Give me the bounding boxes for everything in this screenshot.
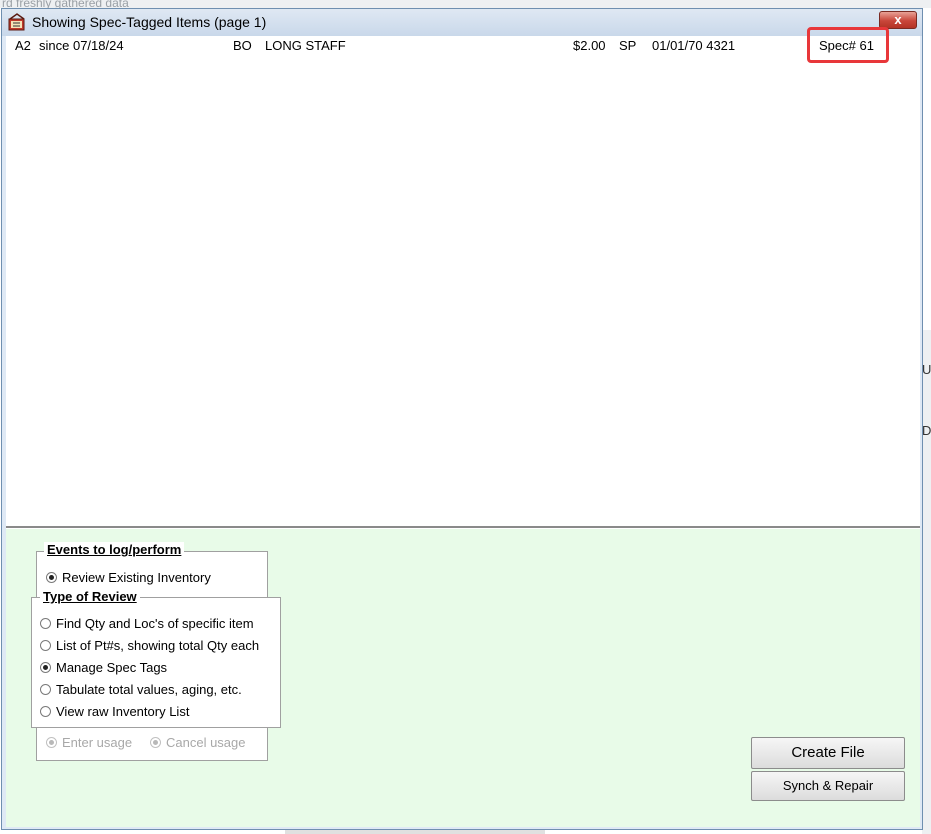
review-inventory-label: Review Existing Inventory: [62, 570, 211, 585]
radio-icon: [40, 640, 51, 651]
item-description: LONG STAFF: [265, 38, 346, 53]
create-file-button[interactable]: Create File: [751, 737, 905, 769]
controls-pane: Events to log/perform Review Existing In…: [6, 529, 920, 827]
review-option-label: Manage Spec Tags: [56, 660, 168, 675]
radio-selected-icon: [40, 662, 51, 673]
review-type-title: Type of Review: [40, 589, 140, 604]
background-char-1: U: [922, 362, 931, 377]
spec-highlight-box: [807, 27, 889, 63]
item-location: A2: [15, 38, 31, 53]
radio-icon: [40, 684, 51, 695]
enter-usage-label: Enter usage: [62, 735, 133, 750]
review-option-label: Tabulate total values, aging, etc.: [56, 682, 242, 697]
items-list[interactable]: A2 since 07/18/24 BO LONG STAFF $2.00 SP…: [6, 36, 920, 526]
item-code: BO: [233, 38, 252, 53]
review-option-label: View raw Inventory List: [56, 704, 190, 719]
review-option-manage-spec[interactable]: Manage Spec Tags: [40, 660, 167, 675]
radio-icon: [40, 618, 51, 629]
review-option-find-qty[interactable]: Find Qty and Loc's of specific item: [40, 616, 254, 631]
spec-tagged-items-window: Showing Spec-Tagged Items (page 1) x A2 …: [1, 8, 923, 830]
review-inventory-option[interactable]: Review Existing Inventory: [46, 570, 211, 585]
radio-disabled-icon: [150, 737, 161, 748]
close-icon: x: [894, 12, 902, 27]
window-title: Showing Spec-Tagged Items (page 1): [32, 14, 267, 30]
review-option-view-raw[interactable]: View raw Inventory List: [40, 704, 189, 719]
item-price: $2.00: [573, 38, 606, 53]
title-bar[interactable]: Showing Spec-Tagged Items (page 1) x: [2, 9, 922, 36]
app-icon: [8, 13, 25, 31]
radio-selected-icon: [46, 572, 57, 583]
radio-disabled-icon: [46, 737, 57, 748]
item-date-ref: 01/01/70 4321: [652, 38, 736, 53]
synch-repair-button[interactable]: Synch & Repair: [751, 771, 905, 801]
background-char-2: DI: [922, 423, 931, 438]
enter-usage-option[interactable]: Enter usage: [46, 735, 132, 750]
cancel-usage-option[interactable]: Cancel usage: [150, 735, 246, 750]
review-option-tabulate[interactable]: Tabulate total values, aging, etc.: [40, 682, 242, 697]
item-type: SP: [619, 38, 637, 53]
events-group-title: Events to log/perform: [44, 542, 185, 557]
background-app-strip: rd freshly gathered data: [0, 0, 931, 10]
review-option-label: Find Qty and Loc's of specific item: [56, 616, 254, 631]
background-app-right: [922, 330, 931, 834]
review-option-label: List of Pt#s, showing total Qty each: [56, 638, 260, 653]
cancel-usage-label: Cancel usage: [166, 735, 246, 750]
review-option-list-pt[interactable]: List of Pt#s, showing total Qty each: [40, 638, 259, 653]
radio-icon: [40, 706, 51, 717]
item-since: since 07/18/24: [39, 38, 124, 53]
